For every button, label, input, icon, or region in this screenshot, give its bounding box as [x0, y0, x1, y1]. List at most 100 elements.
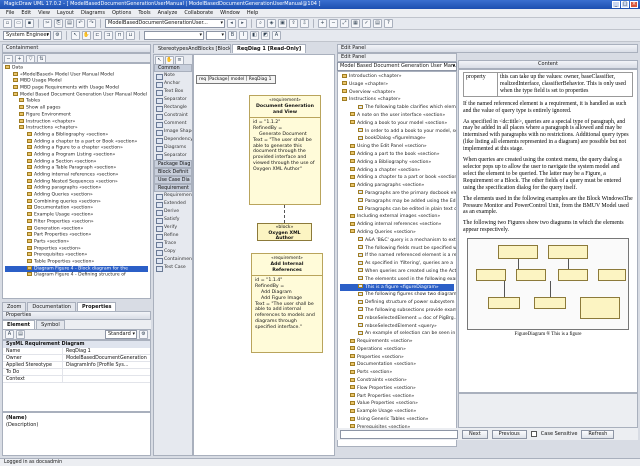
- line-color-icon[interactable]: ◩: [261, 31, 270, 40]
- palette-item[interactable]: Copy: [154, 248, 192, 256]
- tab-symbol[interactable]: Symbol: [36, 320, 65, 329]
- edit-panel-item[interactable]: Example Usage «section»: [340, 408, 454, 416]
- case-sensitive-checkbox[interactable]: [530, 431, 537, 437]
- containment-tree-item[interactable]: Model Based Document Generation User Man…: [5, 91, 148, 99]
- edit-panel-item[interactable]: Usage «chapter»: [340, 81, 454, 89]
- edit-panel-item[interactable]: In order to add a book to your model, se…: [340, 128, 456, 136]
- containment-tree-item[interactable]: MBD Usage Model: [5, 78, 148, 85]
- menu-collaborate[interactable]: Collaborate: [184, 10, 213, 16]
- book-selector-combo[interactable]: Model Based Document Generation User Man…: [337, 62, 457, 71]
- diagram-canvas[interactable]: req [Package] model ] ReqDiag 1 «require…: [193, 54, 335, 456]
- palette-item[interactable]: Verify: [154, 224, 192, 232]
- containment-tree-item[interactable]: Adding a Bibliography «section»: [5, 131, 148, 139]
- containment-tree-item[interactable]: Diagram Figure 4 - Block diagram for the: [5, 265, 148, 273]
- containment-tree-item[interactable]: Adding a Figure to a chapter «section»: [5, 145, 148, 152]
- edit-panel-item[interactable]: Overview «chapter»: [340, 89, 454, 97]
- find-icon[interactable]: ⌕: [256, 19, 265, 28]
- edit-panel-item[interactable]: Flow Properties «section»: [340, 385, 454, 393]
- menu-view[interactable]: View: [38, 10, 50, 16]
- palette-section-header[interactable]: Block Definit: [154, 168, 192, 176]
- bold-icon[interactable]: B: [228, 31, 237, 40]
- fill-color-icon[interactable]: ◧: [250, 31, 259, 40]
- containment-tree-item[interactable]: Filter Properties «section»: [5, 218, 148, 226]
- edit-panel-item[interactable]: Part Properties «section»: [340, 393, 454, 401]
- edit-panel-item[interactable]: Operations «section»: [340, 346, 454, 354]
- cut-icon[interactable]: ✂: [43, 19, 52, 28]
- properties-filter-combo[interactable]: Standard: [105, 330, 137, 339]
- containment-tree-item[interactable]: Table Properties «section»: [5, 258, 148, 266]
- help-icon[interactable]: ?: [384, 19, 393, 28]
- edit-panel-item[interactable]: Paragraphs are the primary docbook eleme…: [340, 190, 456, 198]
- report-icon[interactable]: ▤: [373, 19, 382, 28]
- containment-tree-item[interactable]: Adding a Section «section»: [5, 158, 148, 166]
- update-icon[interactable]: ⇩: [300, 19, 309, 28]
- sort-alpha-icon[interactable]: A: [5, 330, 14, 339]
- edit-panel-item[interactable]: Adding a Bibliography «section»: [340, 159, 454, 167]
- perspective-settings-icon[interactable]: ⚙: [53, 31, 62, 40]
- containment-tree-item[interactable]: Parts «section»: [5, 238, 148, 246]
- palette-item[interactable]: Rectangle: [154, 104, 192, 112]
- previous-button[interactable]: Previous: [491, 429, 527, 439]
- zoom-out-icon[interactable]: −: [329, 19, 338, 28]
- palette-pan-icon[interactable]: ✋: [165, 56, 174, 65]
- align-right-icon[interactable]: ⊐: [104, 31, 113, 40]
- edit-panel-item[interactable]: Adding internal references «section»: [340, 221, 454, 229]
- palette-item[interactable]: Separator: [154, 152, 192, 160]
- palette-section-header[interactable]: Use Case Dia: [154, 176, 192, 184]
- close-icon[interactable]: ×: [630, 1, 638, 8]
- categorized-icon[interactable]: ▤: [16, 330, 25, 339]
- containment-tree-item[interactable]: Figure Environment: [5, 111, 148, 119]
- containment-tree-item[interactable]: Combining queries «section»: [5, 198, 148, 206]
- tab-stereotypes-and-blocks[interactable]: StereotypesAndBlocks [Block diagram]: [153, 44, 231, 53]
- menu-tools[interactable]: Tools: [138, 10, 150, 16]
- containment-tree-item[interactable]: Documentation «section»: [5, 205, 148, 212]
- next-button[interactable]: Next: [462, 429, 488, 439]
- palette-item[interactable]: Refine: [154, 232, 192, 240]
- edit-panel-item[interactable]: A&A 'B&C' query is a mechanism to extrac…: [340, 237, 456, 245]
- edit-panel-item[interactable]: mbseSelectedElement = doc of PigBrg.. (q…: [340, 315, 456, 323]
- containment-tree-item[interactable]: Show all pages: [5, 105, 148, 112]
- menu-layout[interactable]: Layout: [57, 10, 74, 16]
- search-input[interactable]: [340, 429, 458, 439]
- tab-zoom[interactable]: Zoom: [2, 302, 27, 311]
- edit-panel-item[interactable]: Instructions «chapter»: [340, 96, 454, 104]
- palette-item[interactable]: Dependency: [154, 136, 192, 144]
- edit-panel-item[interactable]: The following subsections provide exampl…: [340, 307, 456, 315]
- edit-panel-item[interactable]: Constraints «section»: [340, 377, 454, 385]
- menu-diagrams[interactable]: Diagrams: [81, 10, 105, 16]
- containment-tree-item[interactable]: Example Usage «section»: [5, 212, 148, 219]
- layout-icon[interactable]: ▦: [351, 19, 360, 28]
- zoom-in-icon[interactable]: +: [318, 19, 327, 28]
- containment-tree-item[interactable]: «ModelBased» Model User Manual Model: [5, 71, 148, 79]
- edit-panel-item[interactable]: Documentation «section»: [340, 361, 454, 369]
- block-oxygen-xml-author[interactable]: «block» Oxygen XML Author: [257, 223, 312, 241]
- edit-panel-item[interactable]: Introduction «chapter»: [340, 73, 454, 81]
- edit-panel-item[interactable]: Adding Queries «section»: [340, 229, 454, 237]
- menu-analyze[interactable]: Analyze: [158, 10, 178, 16]
- palette-pointer-icon[interactable]: ↖: [155, 56, 164, 65]
- pan-icon[interactable]: ✋: [82, 31, 91, 40]
- edit-panel-item[interactable]: Adding a chapter «section»: [340, 167, 454, 175]
- paste-icon[interactable]: ▤: [65, 19, 74, 28]
- edit-panel-item[interactable]: mbseSelectedElement «query»: [340, 323, 454, 331]
- content-document[interactable]: property this can take up the values: ow…: [458, 69, 638, 393]
- edit-panel-item[interactable]: Value Properties «section»: [340, 400, 454, 408]
- edit-panel-item[interactable]: Properties «section»: [340, 354, 454, 362]
- edit-panel-item[interactable]: Adding a book to your model «section»: [340, 120, 454, 128]
- palette-item[interactable]: Requirement: [154, 192, 192, 200]
- edit-panel-item[interactable]: Using the Edit Panel «section»: [340, 143, 454, 151]
- edit-panel-item[interactable]: The elements used in the following examp…: [340, 276, 456, 284]
- palette-item[interactable]: Trace: [154, 240, 192, 248]
- expand-icon[interactable]: +: [15, 55, 24, 62]
- tab-element[interactable]: Element: [2, 320, 36, 329]
- sort-icon[interactable]: ⇅: [37, 55, 46, 62]
- containment-tree-item[interactable]: Adding a chapter to a part or Book «sect…: [5, 138, 148, 146]
- tab-reqdiag-1[interactable]: ReqDiag 1 [Read-Only]: [232, 44, 307, 53]
- palette-item[interactable]: Comment: [154, 120, 192, 128]
- properties-settings-icon[interactable]: ⚙: [139, 330, 148, 339]
- property-value[interactable]: ModelBasedDocumentGeneration: [63, 355, 150, 361]
- containment-tree-item[interactable]: Adding internal references «section»: [5, 172, 148, 179]
- back-icon[interactable]: ◂: [227, 19, 236, 28]
- edit-panel-item[interactable]: If the named referenced element is a req…: [340, 252, 456, 260]
- palette-item[interactable]: Satisfy: [154, 216, 192, 224]
